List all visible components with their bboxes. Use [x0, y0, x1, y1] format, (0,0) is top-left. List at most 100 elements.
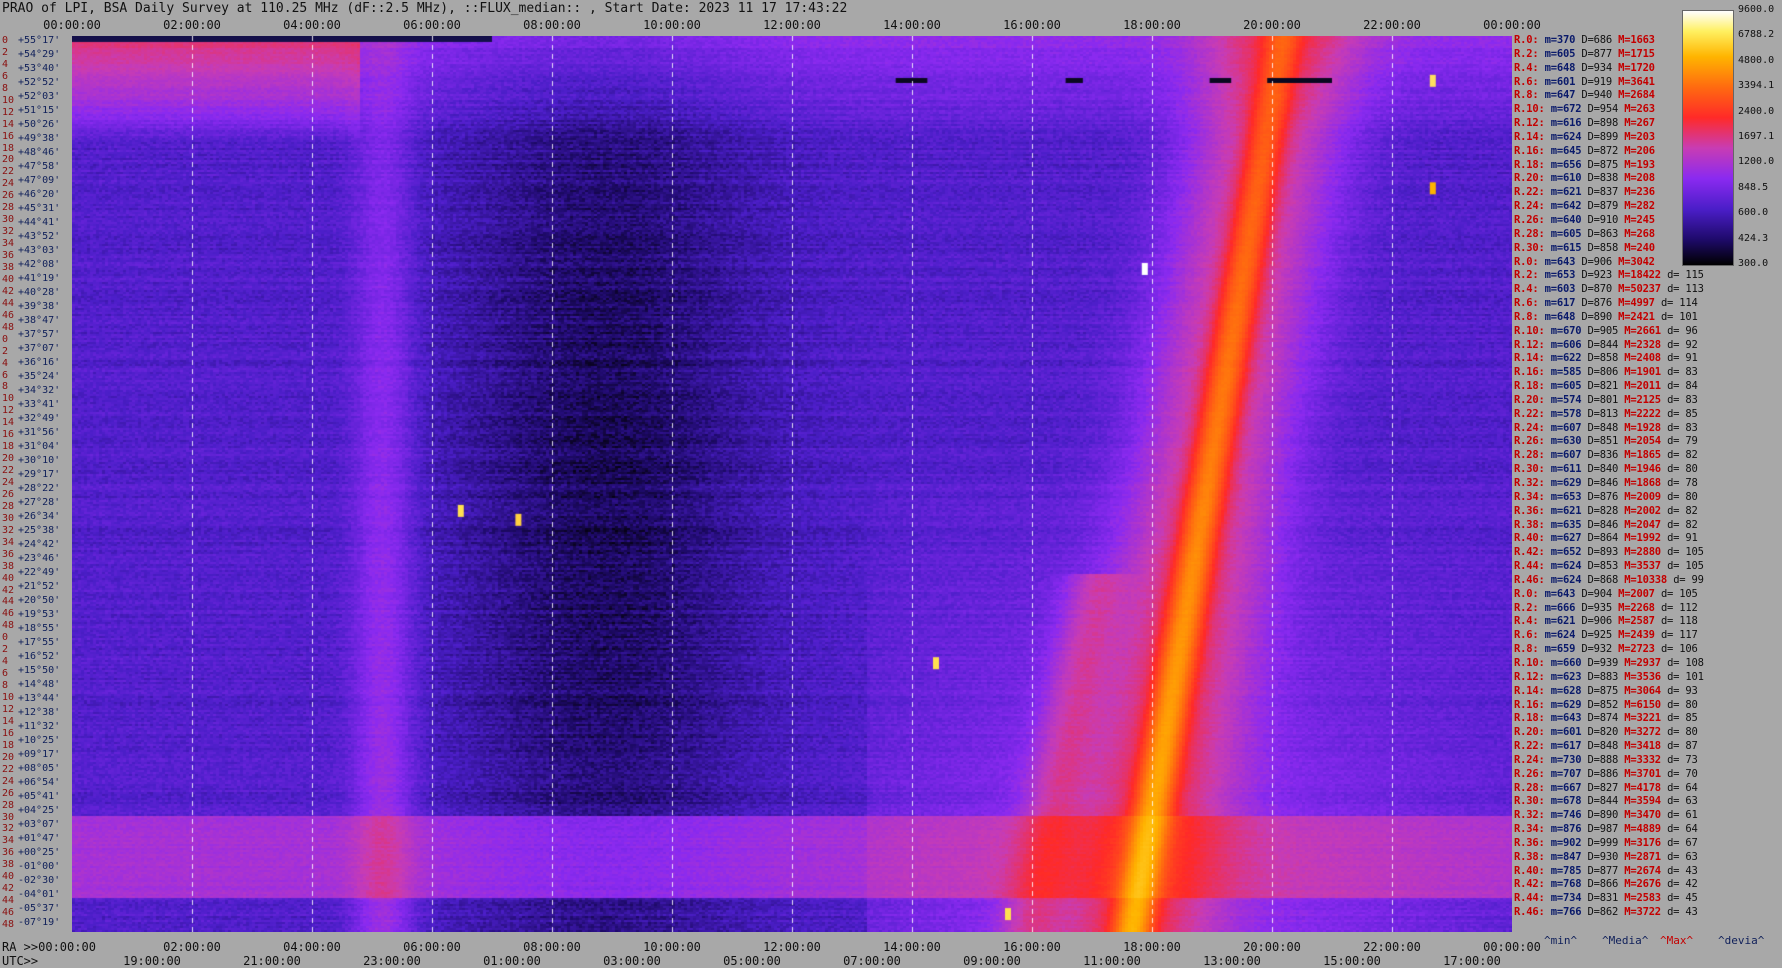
declination-label: +46°20' — [18, 189, 61, 200]
legend-item: ^Media^ — [1602, 934, 1649, 947]
stats-dev: d= 83 — [1667, 421, 1698, 434]
stats-dev: d= 106 — [1660, 643, 1698, 656]
stats-dev: d= 64 — [1667, 781, 1698, 794]
stats-dev: d= 43 — [1667, 864, 1698, 877]
legend-item: ^min^ — [1544, 934, 1578, 947]
utc-tick-label: 01:00:00 — [483, 954, 541, 968]
utc-tick-label: 19:00:00 — [123, 954, 181, 968]
legend-item: ^Max^ — [1660, 934, 1694, 947]
declination-label: -04°01' — [18, 889, 61, 900]
top-tick-label: 18:00:00 — [1123, 18, 1181, 32]
stats-d: D=899 — [1587, 130, 1625, 143]
beam-number: 20 — [2, 453, 15, 465]
stats-r: R.34: — [1514, 490, 1551, 503]
stats-r: R.2: — [1514, 269, 1545, 282]
stats-r: R.10: — [1514, 656, 1551, 669]
beam-stats-row: R.42: m=652 D=893 M=2880 d= 105 — [1514, 546, 1704, 558]
declination-label: +01°47' — [18, 833, 61, 844]
stats-r: R.10: — [1514, 324, 1551, 337]
declination-label: +03°07' — [18, 819, 61, 830]
beam-number: 36 — [2, 847, 15, 859]
stats-r: R.28: — [1514, 449, 1551, 462]
stats-m: m=627 — [1550, 532, 1588, 545]
stats-dev: d= 101 — [1667, 670, 1704, 683]
beam-number: 26 — [2, 488, 15, 500]
beam-number: 28 — [2, 799, 15, 811]
stats-dev: d= 91 — [1667, 352, 1698, 365]
stats-m: m=768 — [1550, 878, 1588, 891]
beam-number: 28 — [2, 500, 15, 512]
stats-d: D=868 — [1587, 573, 1625, 586]
stats-d: D=828 — [1587, 504, 1625, 517]
stats-m: m=643 — [1544, 255, 1582, 268]
stats-dev: d= 78 — [1667, 477, 1698, 489]
top-tick-label: 22:00:00 — [1363, 18, 1421, 32]
stats-r: R.30: — [1514, 463, 1551, 476]
beam-number: 48 — [2, 620, 15, 632]
beam-stats-row: R.10: m=660 D=939 M=2937 d= 108 — [1514, 657, 1704, 669]
utc-tick-label: 09:00:00 — [963, 954, 1021, 968]
heatmap-plot[interactable] — [72, 36, 1512, 932]
stats-r: R.38: — [1514, 850, 1551, 863]
declination-label: +31°56' — [18, 427, 61, 438]
stats-m: m=621 — [1550, 186, 1588, 199]
stats-mx: M=206 — [1624, 144, 1655, 157]
stats-r: R.28: — [1514, 227, 1551, 240]
stats-d: D=888 — [1587, 753, 1625, 766]
stats-dev: d= 61 — [1667, 809, 1698, 822]
stats-mx: M=240 — [1624, 241, 1655, 254]
stats-mx: M=3536 — [1624, 670, 1668, 683]
beam-stats-row: R.14: m=628 D=875 M=3064 d= 93 — [1514, 685, 1698, 697]
stats-d: D=925 — [1581, 629, 1619, 642]
stats-d: D=923 — [1581, 269, 1619, 282]
stats-m: m=605 — [1544, 47, 1582, 60]
declination-label: +48°46' — [18, 147, 61, 158]
top-tick-label: 06:00:00 — [403, 18, 461, 32]
stats-mx: M=203 — [1624, 130, 1655, 143]
stats-m: m=656 — [1550, 158, 1588, 171]
declination-label: +42°08' — [18, 259, 61, 270]
colorbar-tick: 1200.0 — [1738, 156, 1775, 168]
stats-r: R.36: — [1514, 836, 1551, 849]
declination-label: +34°32' — [18, 385, 61, 396]
stats-d: D=910 — [1587, 213, 1625, 226]
beam-stats-row: R.34: m=653 D=876 M=2009 d= 80 — [1514, 491, 1698, 503]
beam-stats-row: R.46: m=624 D=868 M=10338 d= 99 — [1514, 574, 1704, 586]
beam-stats-row: R.30: m=611 D=840 M=1946 d= 80 — [1514, 463, 1698, 475]
declination-label: +38°47' — [18, 315, 61, 326]
declination-label: +55°17' — [18, 35, 61, 46]
stats-dev: d= 63 — [1667, 850, 1698, 863]
stats-d: D=858 — [1587, 241, 1625, 254]
stats-d: D=686 — [1581, 34, 1619, 46]
beam-number: 38 — [2, 560, 15, 572]
stats-d: D=875 — [1587, 684, 1625, 697]
stats-mx: M=2268 — [1618, 601, 1661, 614]
beam-number: 10 — [2, 692, 15, 704]
utc-tick-label: 13:00:00 — [1203, 954, 1261, 968]
stats-r: R.12: — [1514, 117, 1551, 130]
stats-mx: M=4889 — [1624, 823, 1668, 836]
stats-mx: M=2054 — [1624, 435, 1668, 448]
stats-d: D=863 — [1587, 227, 1625, 240]
stats-mx: M=2871 — [1624, 850, 1668, 863]
stats-d: D=862 — [1587, 906, 1625, 919]
utc-tick-label: 15:00:00 — [1323, 954, 1381, 968]
top-tick-label: 08:00:00 — [523, 18, 581, 32]
ra-tick-label: 06:00:00 — [403, 940, 461, 954]
declination-label: +44°41' — [18, 217, 61, 228]
stats-d: D=906 — [1581, 255, 1619, 268]
stats-d: D=820 — [1587, 726, 1625, 739]
declination-label: +52°52' — [18, 77, 61, 88]
stats-dev: d= 113 — [1667, 283, 1704, 296]
stats-dev: d= 105 — [1667, 560, 1704, 573]
stats-d: D=890 — [1587, 809, 1625, 822]
declination-label: +31°04' — [18, 441, 61, 452]
beam-stats-row: R.28: m=607 D=836 M=1865 d= 82 — [1514, 449, 1698, 461]
stats-mx: M=1946 — [1624, 463, 1668, 476]
stats-m: m=610 — [1550, 172, 1588, 185]
stats-m: m=643 — [1544, 587, 1582, 600]
stats-m: m=607 — [1550, 449, 1588, 462]
declination-label: +09°17' — [18, 749, 61, 760]
stats-d: D=898 — [1587, 117, 1625, 130]
stats-r: R.24: — [1514, 753, 1551, 766]
